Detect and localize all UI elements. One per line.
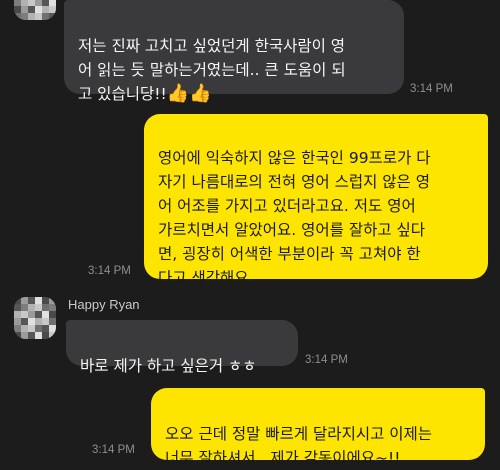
message-text: 저는 진짜 고치고 싶었던게 한국사람이 영 어 읽는 듯 말하는거였는데.. … bbox=[78, 37, 346, 103]
sender-name: Happy Ryan bbox=[68, 297, 140, 312]
incoming-message-bubble: 저는 진짜 고치고 싶었던게 한국사람이 영 어 읽는 듯 말하는거였는데.. … bbox=[64, 0, 404, 104]
outgoing-message-bubble: 영어에 익숙하지 않은 한국인 99프로가 다 자기 나름대로의 전혀 영어 스… bbox=[144, 114, 488, 287]
sender-avatar-blurred[interactable] bbox=[14, 297, 56, 339]
message-timestamp: 3:14 PM bbox=[305, 354, 348, 366]
message-timestamp: 3:14 PM bbox=[88, 265, 131, 277]
message-timestamp: 3:14 PM bbox=[410, 83, 453, 95]
thumbs-up-emoji: 👍👍 bbox=[166, 83, 212, 104]
sender-avatar-blurred[interactable] bbox=[14, 0, 56, 20]
message-timestamp: 3:14 PM bbox=[92, 444, 135, 456]
incoming-message-bubble: 바로 제가 하고 싶은거 ㅎㅎ bbox=[66, 320, 298, 375]
outgoing-message-bubble: 오오 근데 정말 빠르게 달라지시고 이제는 너무 잘하셔서.. 제가 감동이에… bbox=[151, 388, 485, 467]
message-text: 오오 근데 정말 빠르게 달라지시고 이제는 너무 잘하셔서.. 제가 감동이에… bbox=[165, 425, 433, 467]
message-text: 영어에 익숙하지 않은 한국인 99프로가 다 자기 나름대로의 전혀 영어 스… bbox=[158, 149, 431, 287]
message-text: 바로 제가 하고 싶은거 ㅎㅎ bbox=[80, 357, 257, 375]
